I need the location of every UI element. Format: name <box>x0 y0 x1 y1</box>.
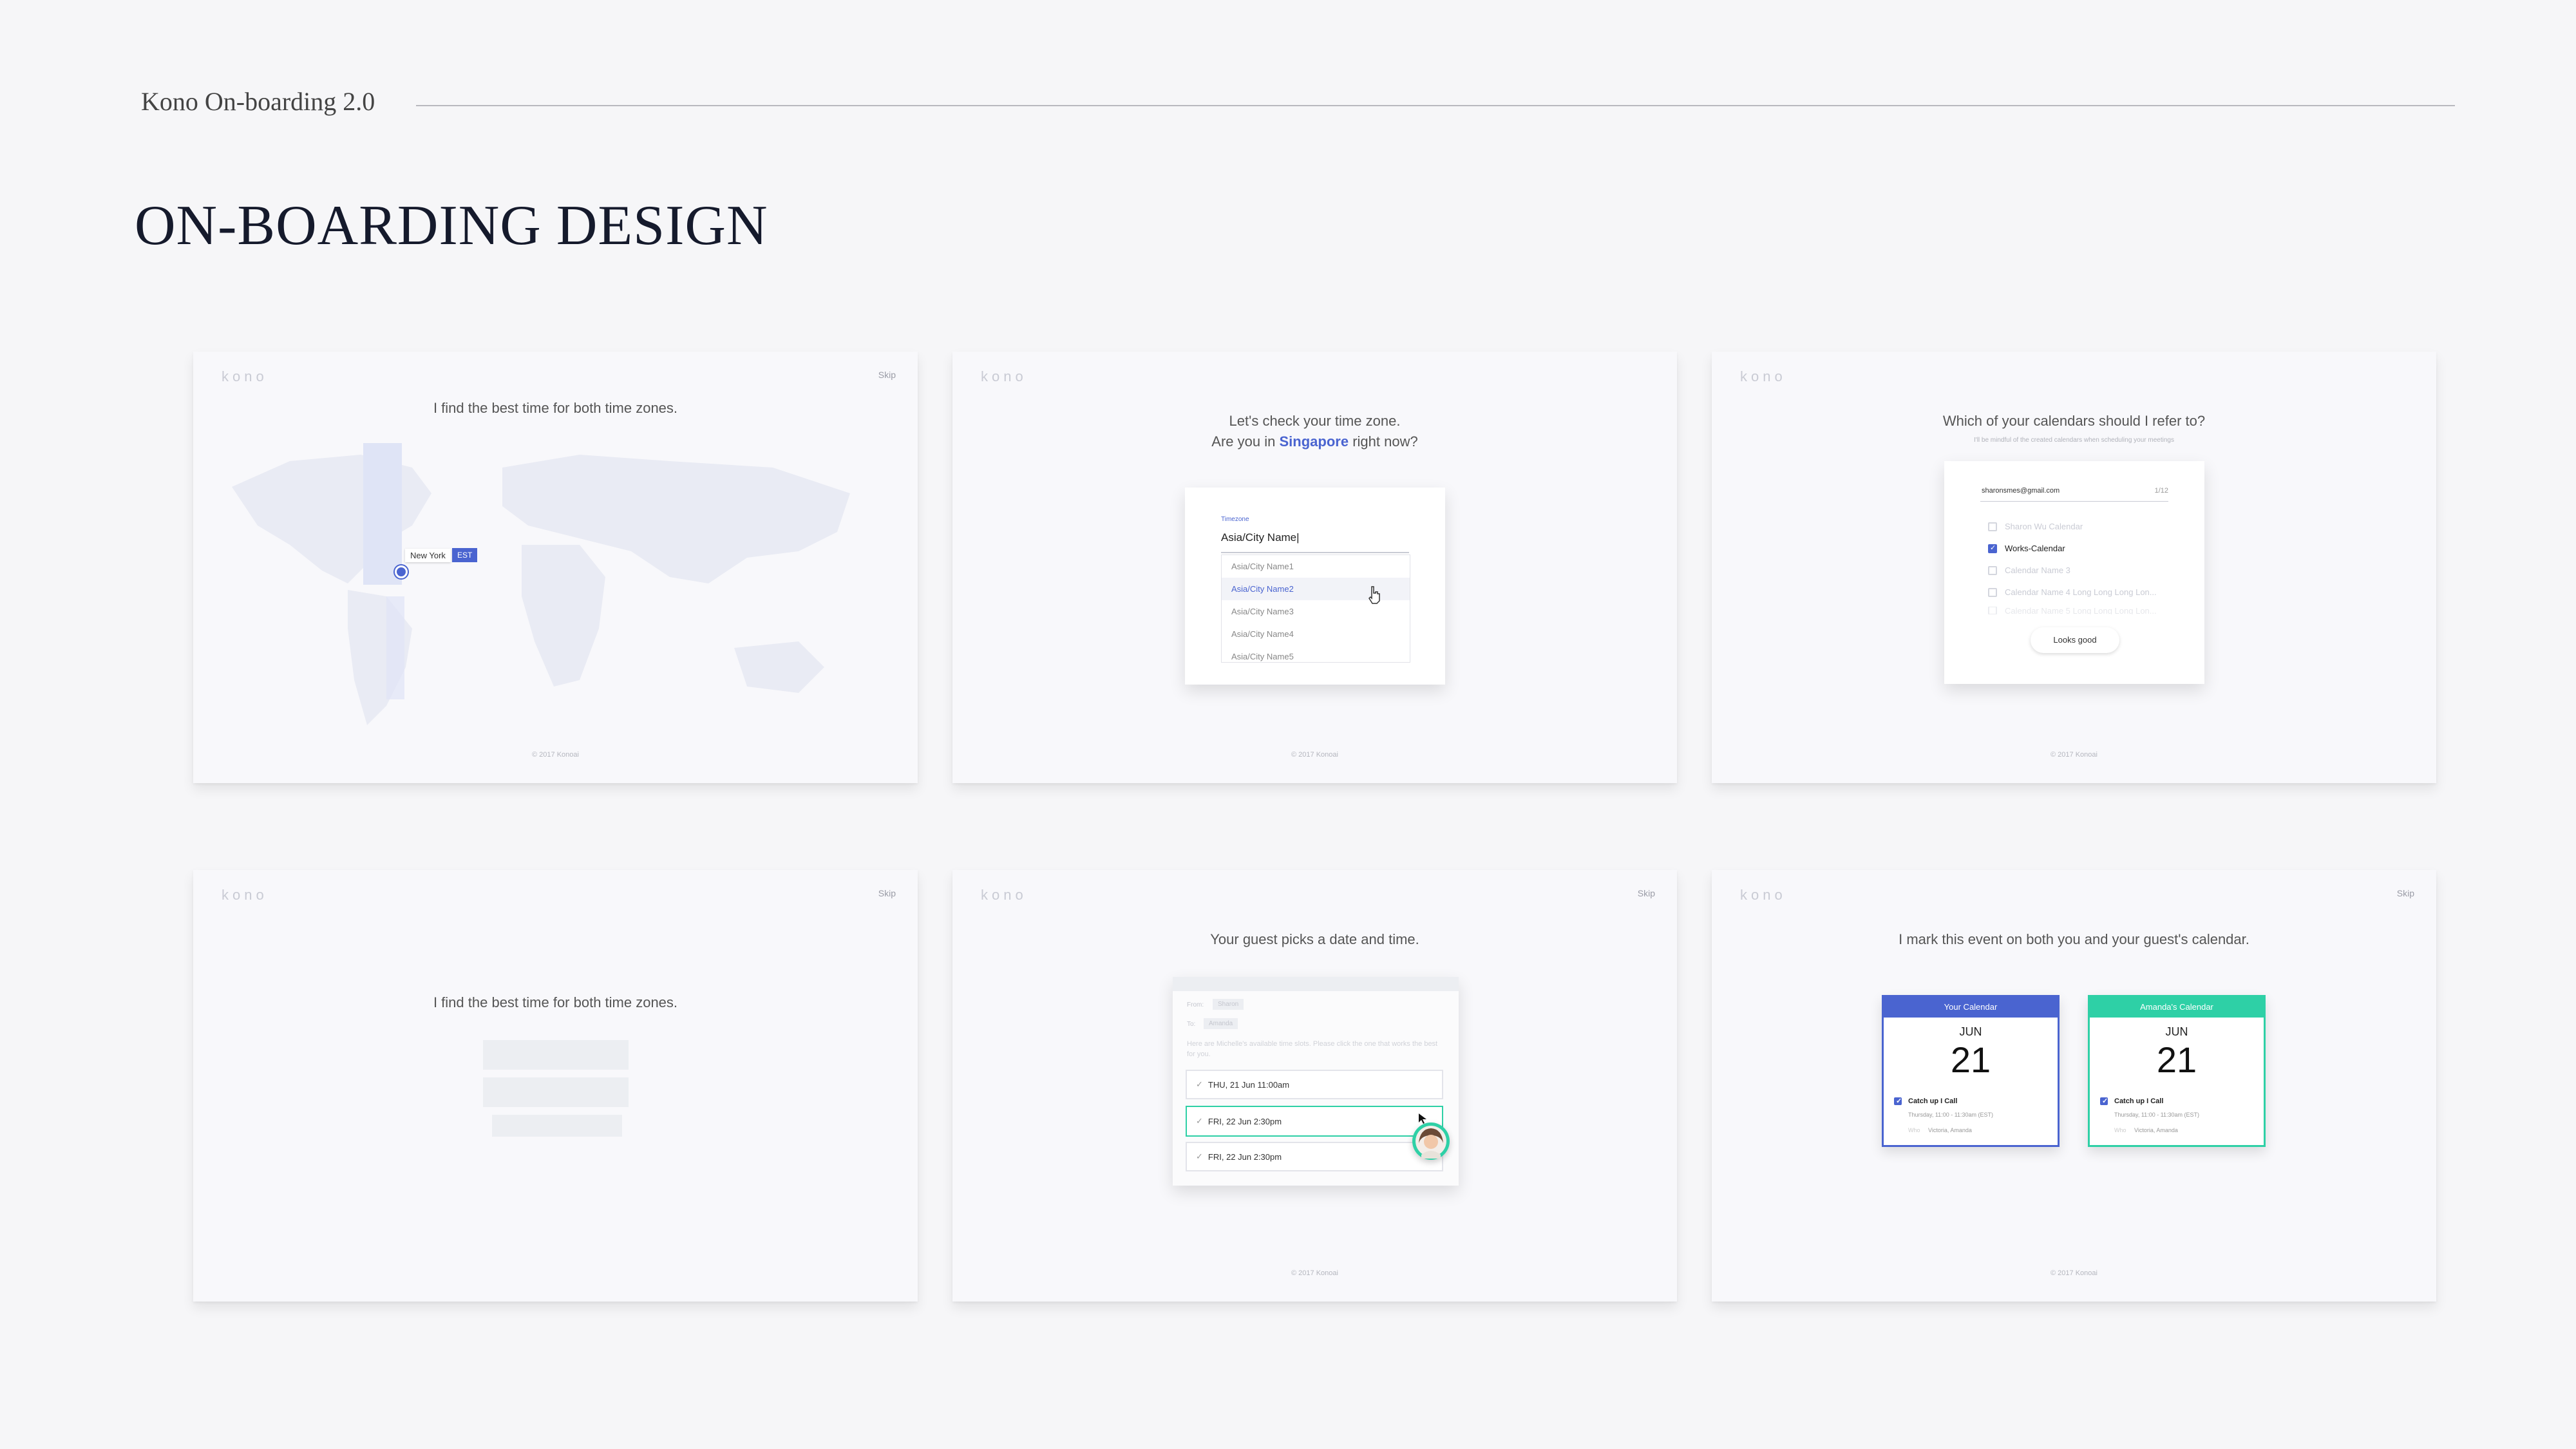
card-heading: Which of your calendars should I refer t… <box>1942 413 2206 429</box>
footer-copyright: © 2017 Konoai <box>2050 751 2098 759</box>
event-checkbox <box>1894 1097 1902 1105</box>
checkbox[interactable] <box>1988 607 1997 614</box>
to-chip: Amanda <box>1204 1018 1238 1029</box>
card-guest-picks: kono Skip Your guest picks a date and ti… <box>952 870 1677 1302</box>
event-time: Thursday, 11:00 - 11:30am (EST) <box>1908 1112 1994 1118</box>
kono-logo: kono <box>981 368 1027 384</box>
skip-link[interactable]: Skip <box>2397 888 2414 898</box>
document-title: Kono On-boarding 2.0 <box>141 87 375 116</box>
your-calendar-card: Your Calendar JUN 21 Catch up I Call Thu… <box>1882 995 2060 1147</box>
kono-logo: kono <box>1740 887 1786 903</box>
checkbox[interactable] <box>1988 565 1997 575</box>
kono-logo: kono <box>1740 368 1786 384</box>
checkbox-checked[interactable] <box>1988 544 1997 553</box>
footer-copyright: © 2017 Konoai <box>1291 751 1338 759</box>
email-header-bar <box>1173 977 1459 991</box>
check-icon: ✓ <box>1196 1151 1203 1161</box>
email-preview: From: Sharon To: Amanda Here are Michell… <box>1173 977 1459 1186</box>
skeleton-block <box>492 1115 622 1137</box>
calendar-option[interactable]: Calendar Name 3 <box>1988 565 2070 575</box>
calendar-count: 1/12 <box>2154 487 2168 495</box>
timezone-band <box>363 443 402 585</box>
skeleton-block <box>483 1077 629 1107</box>
calendar-header: Amanda's Calendar <box>2090 997 2264 1018</box>
panel-divider <box>1980 501 2168 502</box>
timezone-dropdown: Asia/City Name1 Asia/City Name2 Asia/Cit… <box>1221 554 1410 663</box>
checkbox[interactable] <box>1988 587 1997 597</box>
guest-avatar <box>1412 1122 1450 1160</box>
event-attendees: Who Victoria, Amanda <box>1908 1127 1972 1133</box>
heading-suffix: right now? <box>1352 433 1418 450</box>
footer-copyright: © 2017 Konoai <box>2050 1269 2098 1277</box>
from-chip: Sharon <box>1213 999 1244 1010</box>
timezone-input[interactable]: Asia/City Name| <box>1221 531 1300 544</box>
calendar-event: Catch up I Call <box>1894 1097 1957 1105</box>
timezone-panel: Timezone Asia/City Name| Asia/City Name1… <box>1185 488 1445 685</box>
card-heading: Your guest picks a date and time. <box>1210 931 1419 947</box>
calendar-header: Your Calendar <box>1884 997 2058 1018</box>
time-slot-selected[interactable]: ✓ FRI, 22 Jun 2:30pm <box>1186 1106 1443 1137</box>
account-email: sharonsmes@gmail.com <box>1982 487 2060 495</box>
time-slot[interactable]: ✓ THU, 21 Jun 11:00am <box>1186 1070 1443 1099</box>
dropdown-option[interactable]: Asia/City Name4 <box>1222 623 1410 645</box>
city-tag: New York <box>405 549 451 562</box>
looks-good-button[interactable]: Looks good <box>2031 627 2119 653</box>
dropdown-option[interactable]: Asia/City Name5 <box>1222 645 1410 662</box>
calendar-option-checked[interactable]: Works-Calendar <box>1988 544 2065 553</box>
event-attendees: Who Victoria, Amanda <box>2114 1127 2178 1133</box>
footer-copyright: © 2017 Konoai <box>532 751 579 759</box>
card-timezone-map: kono Skip I find the best time for both … <box>193 352 918 783</box>
event-time: Thursday, 11:00 - 11:30am (EST) <box>2114 1112 2200 1118</box>
calendar-panel: sharonsmes@gmail.com 1/12 Sharon Wu Cale… <box>1944 461 2204 684</box>
from-label: From: <box>1187 1001 1204 1009</box>
location-pin[interactable] <box>395 565 408 578</box>
kono-logo: kono <box>222 887 268 903</box>
event-checkbox <box>2100 1097 2108 1105</box>
calendar-option[interactable]: Calendar Name 4 Long Long Long Lon... <box>1988 587 2157 597</box>
calendar-option-faded[interactable]: Calendar Name 5 Long Long Long Lon... <box>1988 607 2157 614</box>
skeleton-block <box>483 1040 629 1070</box>
calendar-event: Catch up I Call <box>2100 1097 2163 1105</box>
check-icon: ✓ <box>1196 1116 1203 1126</box>
person-avatar-icon <box>1416 1126 1446 1159</box>
guest-calendar-card: Amanda's Calendar JUN 21 Catch up I Call… <box>2088 995 2266 1147</box>
world-map <box>232 455 850 725</box>
timezone-badge: EST <box>452 548 478 562</box>
calendar-month: JUN <box>2165 1025 2188 1038</box>
hand-cursor-icon <box>1368 586 1380 604</box>
card-heading-line1: Let's check your time zone. <box>1229 413 1401 429</box>
card-heading: I mark this event on both you and your g… <box>1899 931 2249 947</box>
card-event-marked: kono Skip I mark this event on both you … <box>1712 870 2436 1302</box>
skip-link[interactable]: Skip <box>1638 888 1655 898</box>
calendar-day: 21 <box>2156 1039 2197 1080</box>
detected-city: Singapore <box>1279 433 1349 450</box>
card-timezone-check: kono Let's check your time zone. Are you… <box>952 352 1677 783</box>
card-loading: kono Skip I find the best time for both … <box>193 870 918 1302</box>
check-icon: ✓ <box>1196 1079 1203 1089</box>
calendar-option[interactable]: Sharon Wu Calendar <box>1988 522 2083 531</box>
heading-prefix: Are you in <box>1211 433 1276 450</box>
skip-link[interactable]: Skip <box>878 370 896 380</box>
header-rule <box>416 105 2455 106</box>
card-heading: I find the best time for both time zones… <box>433 994 678 1010</box>
card-heading: I find the best time for both time zones… <box>433 400 678 416</box>
dropdown-option[interactable]: Asia/City Name1 <box>1222 555 1410 578</box>
input-underline <box>1221 552 1409 553</box>
card-heading-line2: Are you in Singapore right now? <box>952 431 1677 452</box>
skip-link[interactable]: Skip <box>878 888 896 898</box>
kono-logo: kono <box>981 887 1027 903</box>
timezone-band-south <box>386 596 404 699</box>
email-body: Here are Michelle's available time slots… <box>1187 1040 1438 1058</box>
checkbox[interactable] <box>1988 522 1997 531</box>
calendar-day: 21 <box>1950 1039 1991 1080</box>
card-subheading: I'll be mindful of the created calendars… <box>1974 437 2174 444</box>
footer-copyright: © 2017 Konoai <box>1291 1269 1338 1277</box>
kono-logo: kono <box>222 368 268 384</box>
page-title: ON-BOARDING DESIGN <box>135 194 768 257</box>
time-slot[interactable]: ✓ FRI, 22 Jun 2:30pm <box>1186 1142 1443 1171</box>
card-calendar-select: kono Which of your calendars should I re… <box>1712 352 2436 783</box>
to-label: To: <box>1187 1021 1196 1028</box>
calendar-month: JUN <box>1959 1025 1982 1038</box>
timezone-field-label: Timezone <box>1221 516 1249 523</box>
